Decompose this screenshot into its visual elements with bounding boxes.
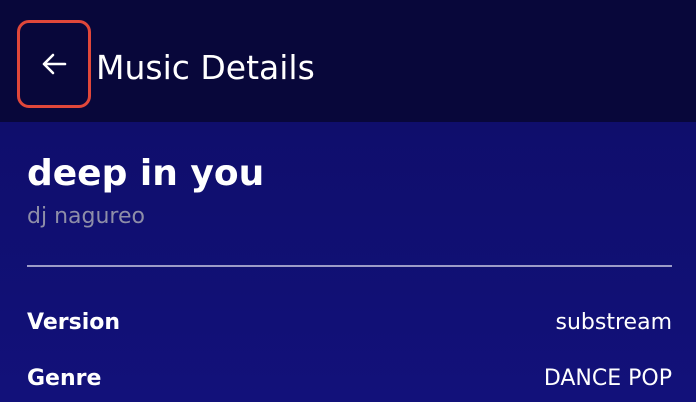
music-details-content: deep in you dj nagureo Version substream…: [0, 122, 696, 402]
back-button[interactable]: [17, 20, 91, 108]
detail-label: Version: [27, 309, 121, 335]
detail-label: Genre: [27, 365, 102, 391]
app-bar: Music Details: [0, 0, 696, 122]
artist-name: dj nagureo: [27, 204, 145, 229]
page-title: Music Details: [96, 48, 315, 87]
detail-value: DANCE POP: [543, 365, 672, 391]
detail-row-genre: Genre DANCE POP: [27, 362, 672, 394]
divider: [27, 265, 672, 267]
detail-row-version: Version substream: [27, 306, 672, 338]
detail-value: substream: [555, 309, 672, 335]
song-title: deep in you: [27, 153, 265, 194]
arrow-left-icon: [38, 48, 70, 80]
